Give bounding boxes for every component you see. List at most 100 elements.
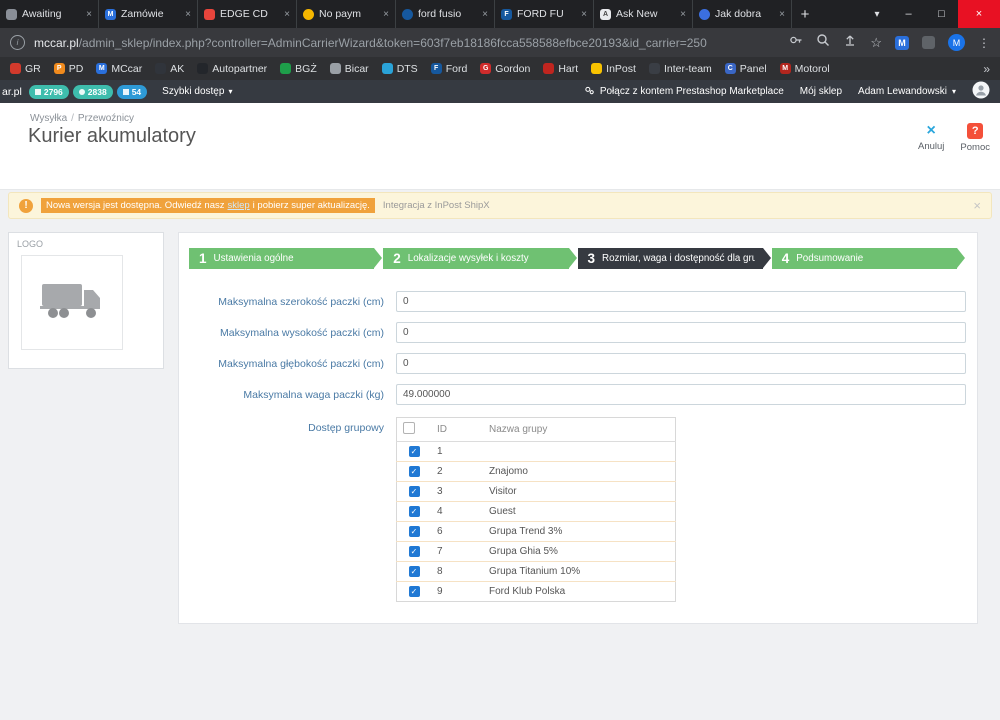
tabs-container: Awaiting×MZamówie×EDGE CD×No paym×ford f…: [0, 0, 792, 28]
extension-m-icon[interactable]: M: [895, 36, 909, 50]
tab-favicon: [402, 9, 413, 20]
marketplace-link[interactable]: Połącz z kontem Prestashop Marketplace: [584, 85, 784, 99]
bookmark-item[interactable]: Inter-team: [649, 63, 712, 75]
browser-tab[interactable]: AAsk New×: [594, 0, 693, 28]
messages-badge[interactable]: 54: [117, 85, 147, 99]
group-row: ✓7Grupa Ghia 5%: [397, 542, 676, 562]
tab-close-icon[interactable]: ×: [86, 9, 92, 20]
tab-favicon: A: [600, 9, 611, 20]
key-icon[interactable]: [789, 33, 803, 52]
tab-close-icon[interactable]: ×: [482, 9, 488, 20]
form-row: Maksymalna głębokość paczki (cm): [179, 353, 977, 374]
window-close-button[interactable]: ×: [958, 0, 1000, 28]
group-checkbox[interactable]: ✓: [409, 446, 420, 457]
wizard-step-4[interactable]: 4Podsumowanie: [772, 248, 957, 269]
bookmark-star-icon[interactable]: ☆: [870, 36, 882, 49]
bookmark-item[interactable]: InPost: [591, 63, 636, 75]
browser-tab[interactable]: No paym×: [297, 0, 396, 28]
wizard-step-2[interactable]: 2Lokalizacje wysyłek i koszty: [383, 248, 568, 269]
bookmark-item[interactable]: Bicar: [330, 63, 369, 75]
quick-access-menu[interactable]: Szybki dostęp ▾: [162, 86, 232, 97]
group-checkbox[interactable]: ✓: [409, 506, 420, 517]
orders-badge[interactable]: 2796: [29, 85, 69, 99]
customers-badge[interactable]: 2838: [73, 85, 113, 99]
user-avatar-icon[interactable]: [972, 81, 990, 102]
field-label: Maksymalna szerokość paczki (cm): [179, 296, 396, 308]
bookmark-label: Bicar: [345, 63, 369, 75]
url-host: mccar.pl: [34, 36, 79, 50]
bookmark-item[interactable]: BGŻ: [280, 63, 317, 75]
user-menu[interactable]: Adam Lewandowski ▾: [858, 86, 956, 97]
group-checkbox[interactable]: ✓: [409, 486, 420, 497]
group-row: ✓2Znajomo: [397, 462, 676, 482]
step-label: Rozmiar, waga i dostępność dla grup: [602, 253, 755, 264]
tab-close-icon[interactable]: ×: [284, 9, 290, 20]
extension-icon[interactable]: [922, 36, 935, 49]
notice-close-icon[interactable]: ×: [973, 198, 981, 213]
group-checkbox[interactable]: ✓: [409, 586, 420, 597]
group-checkbox[interactable]: ✓: [409, 466, 420, 477]
menu-kebab-icon[interactable]: ⋮: [978, 36, 990, 50]
bookmark-item[interactable]: MMCcar: [96, 63, 142, 75]
tab-list-chevron-icon[interactable]: ▾: [862, 0, 892, 28]
group-checkbox[interactable]: ✓: [409, 566, 420, 577]
bookmark-item[interactable]: AK: [155, 63, 184, 75]
breadcrumb-wysylka[interactable]: Wysyłka: [30, 113, 67, 124]
help-button[interactable]: ? Pomoc: [960, 123, 990, 153]
bookmark-favicon: M: [780, 63, 791, 74]
field-input[interactable]: [396, 322, 966, 343]
cart-icon: [35, 89, 41, 95]
bookmark-favicon: [280, 63, 291, 74]
bookmark-favicon: [155, 63, 166, 74]
wizard-step-3[interactable]: 3Rozmiar, waga i dostępność dla grup: [578, 248, 763, 269]
share-icon[interactable]: [843, 33, 857, 52]
browser-tab[interactable]: MZamówie×: [99, 0, 198, 28]
group-id: 4: [431, 502, 483, 522]
bookmark-item[interactable]: Autopartner: [197, 63, 267, 75]
field-input[interactable]: [396, 384, 966, 405]
cancel-button[interactable]: × Anuluj: [918, 123, 944, 153]
field-input[interactable]: [396, 353, 966, 374]
tab-favicon: F: [501, 9, 512, 20]
bookmark-item[interactable]: FFord: [431, 63, 468, 75]
zoom-icon[interactable]: [816, 33, 830, 52]
bookmark-item[interactable]: Hart: [543, 63, 578, 75]
browser-tab[interactable]: Awaiting×: [0, 0, 99, 28]
bookmark-item[interactable]: MMotorol: [780, 63, 830, 75]
bookmark-item[interactable]: PPD: [54, 63, 84, 75]
bookmark-item[interactable]: GGordon: [480, 63, 530, 75]
bookmark-item[interactable]: GR: [10, 63, 41, 75]
tab-close-icon[interactable]: ×: [185, 9, 191, 20]
browser-tab[interactable]: Jak dobra×: [693, 0, 792, 28]
browser-tab[interactable]: FFORD FU×: [495, 0, 594, 28]
bookmarks-overflow-icon[interactable]: »: [983, 62, 990, 76]
notice-shop-link[interactable]: sklep: [227, 200, 249, 211]
page-title: Kurier akumulatory: [28, 125, 196, 148]
page-info-icon[interactable]: i: [10, 35, 25, 50]
shop-name[interactable]: ar.pl: [2, 86, 22, 98]
minimize-button[interactable]: –: [892, 0, 925, 28]
browser-tab[interactable]: EDGE CD×: [198, 0, 297, 28]
group-checkbox[interactable]: ✓: [409, 526, 420, 537]
bookmark-item[interactable]: CPanel: [725, 63, 767, 75]
bookmark-item[interactable]: DTS: [382, 63, 418, 75]
group-id: 7: [431, 542, 483, 562]
badge-count: 2838: [88, 87, 107, 97]
field-input[interactable]: [396, 291, 966, 312]
tab-close-icon[interactable]: ×: [779, 9, 785, 20]
tab-close-icon[interactable]: ×: [680, 9, 686, 20]
my-shop-link[interactable]: Mój sklep: [800, 86, 842, 97]
browser-tab[interactable]: ford fusio×: [396, 0, 495, 28]
new-tab-button[interactable]: +: [792, 0, 818, 28]
help-label: Pomoc: [960, 142, 990, 153]
wizard-step-1[interactable]: 1Ustawienia ogólne: [189, 248, 374, 269]
url-field[interactable]: mccar.pl/admin_sklep/index.php?controlle…: [34, 36, 772, 50]
maximize-button[interactable]: □: [925, 0, 958, 28]
tab-close-icon[interactable]: ×: [581, 9, 587, 20]
profile-avatar[interactable]: M: [948, 34, 965, 51]
group-checkbox[interactable]: ✓: [409, 546, 420, 557]
tab-close-icon[interactable]: ×: [383, 9, 389, 20]
breadcrumb-przewoznicy[interactable]: Przewoźnicy: [78, 113, 134, 124]
select-all-checkbox[interactable]: [403, 422, 415, 434]
group-id: 8: [431, 562, 483, 582]
